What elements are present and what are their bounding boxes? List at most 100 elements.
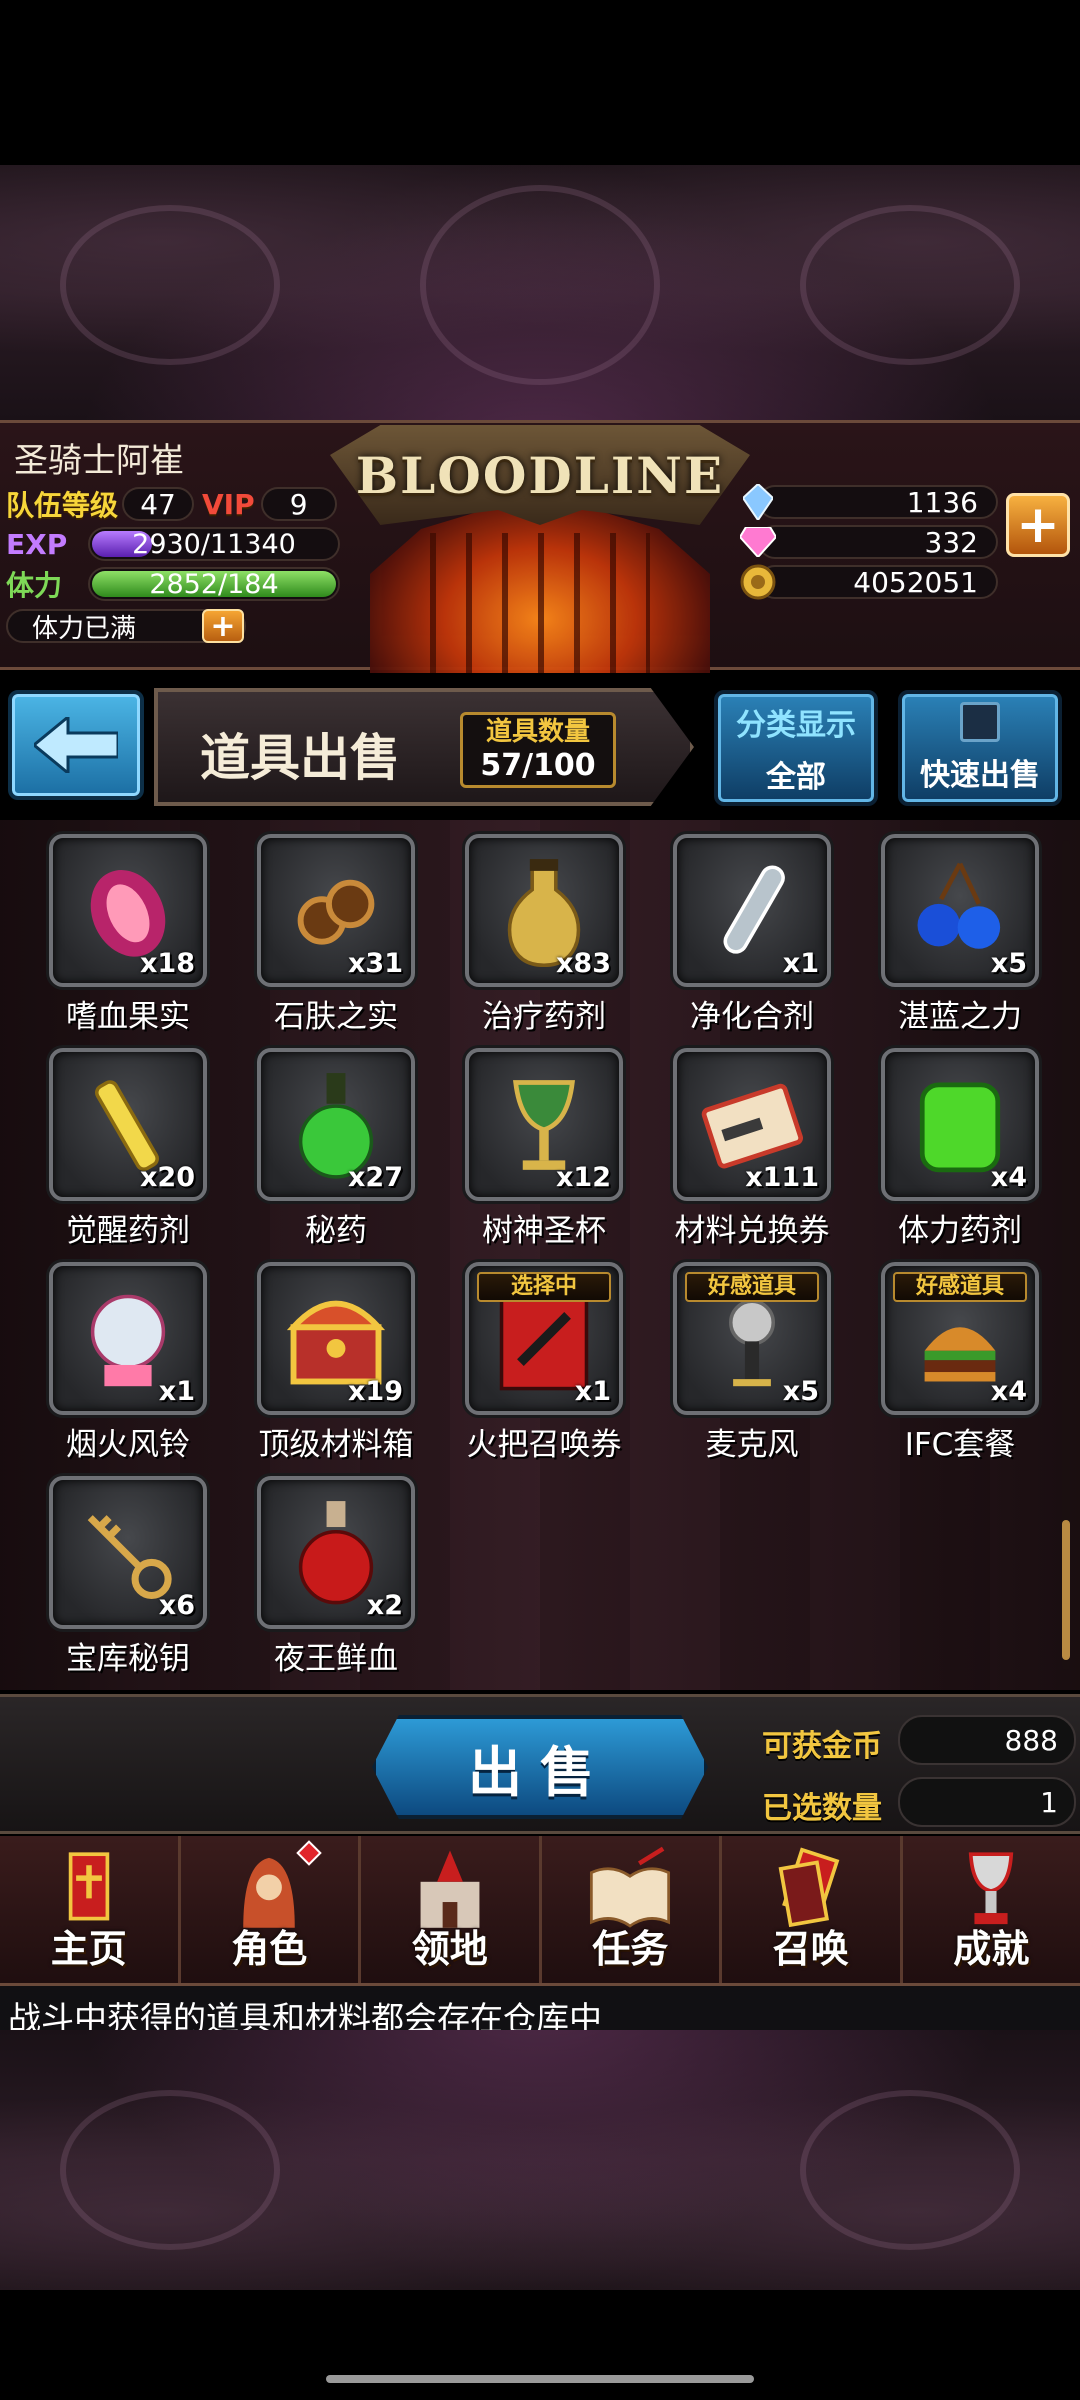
item-cell[interactable]: x1 净化合剂 [648,834,856,1036]
nav-label: 成就 [953,1927,1030,1971]
item-name: 体力药剂 [898,1213,1022,1249]
exp-bar: 2930/11340 [88,527,340,561]
item-quantity: x2 [366,1590,403,1621]
item-slot[interactable]: x6 [49,1476,207,1629]
item-cell[interactable]: x5 湛蓝之力 [856,834,1064,1036]
item-quantity: x18 [140,948,195,979]
bottom-ornament-background [0,2030,1080,2290]
title-plate: 道具出售 道具数量 57/100 [154,688,694,806]
item-quantity: x27 [348,1162,403,1193]
item-cell[interactable]: x19 顶级材料箱 [232,1262,440,1464]
item-quantity: x5 [782,1376,819,1407]
item-quantity: x4 [990,1376,1027,1407]
item-name: 觉醒药剂 [66,1213,190,1249]
item-slot[interactable]: x19 [257,1262,415,1415]
stamina-label: 体力 [6,569,63,602]
quick-sell-button[interactable]: 快速出售 [898,690,1062,806]
item-name: 材料兑换券 [674,1213,830,1249]
item-cell[interactable]: x20 觉醒药剂 [24,1048,232,1250]
item-slot[interactable]: x1 [673,834,831,987]
item-cell[interactable]: x2 夜王鲜血 [232,1476,440,1678]
item-cell[interactable]: x31 石肤之实 [232,834,440,1036]
nav-label: 角色 [231,1927,308,1971]
item-quantity: x19 [348,1376,403,1407]
vip-label: VIP [202,487,255,521]
top-ornament-background [0,165,1080,420]
nav-label: 任务 [592,1927,669,1971]
item-slot[interactable]: x12 [465,1048,623,1201]
nav-label: 召唤 [772,1927,849,1971]
item-slot[interactable]: 选择中 x1 [465,1262,623,1415]
item-name: 治疗药剂 [482,999,606,1035]
item-slot[interactable]: 好感道具 x4 [881,1262,1039,1415]
item-name: 树神圣杯 [482,1213,606,1249]
quick-sell-toggle[interactable] [960,702,1000,742]
add-currency-button[interactable]: + [1006,493,1070,557]
grid-scroll-thumb[interactable] [1062,1520,1070,1660]
nav-label: 领地 [411,1927,488,1971]
item-cell[interactable]: 好感道具 x4 IFC套餐 [856,1262,1064,1464]
item-cell[interactable]: 好感道具 x5 麦克风 [648,1262,856,1464]
item-badge: 好感道具 [893,1272,1027,1302]
item-cell[interactable]: x111 材料兑换券 [648,1048,856,1250]
item-quantity: x111 [745,1162,819,1193]
item-grid-area: x18 嗜血果实 x31 石肤之实 x83 治疗药剂 x1 净化合剂 x5 湛蓝… [0,820,1080,1690]
item-slot[interactable]: x20 [49,1048,207,1201]
item-name: 宝库秘钥 [66,1641,190,1677]
quick-sell-label: 快速出售 [920,758,1040,793]
item-slot[interactable]: 好感道具 x5 [673,1262,831,1415]
nav-item-5[interactable]: 成就 [903,1836,1080,1983]
item-quantity: x83 [556,948,611,979]
item-quantity: x5 [990,948,1027,979]
item-slot[interactable]: x4 [881,1048,1039,1201]
nav-item-1[interactable]: 角色 [181,1836,361,1983]
item-cell[interactable]: 选择中 x1 火把召唤券 [440,1262,648,1464]
gold-currency: 4052051 [740,564,1000,600]
stamina-row: 体力 2852/184 [6,565,340,603]
item-name: 秘药 [305,1213,367,1249]
item-cell[interactable]: x4 体力药剂 [856,1048,1064,1250]
item-name: 嗜血果实 [66,999,190,1035]
gold-gain-label: 可获金币 [762,1729,882,1764]
vip-value: 9 [260,487,337,521]
item-slot[interactable]: x1 [49,1262,207,1415]
nav-item-2[interactable]: 领地 [361,1836,542,1983]
item-cell[interactable]: x18 嗜血果实 [24,834,232,1036]
back-arrow-icon [34,717,118,773]
item-slot[interactable]: x111 [673,1048,831,1201]
item-name: 湛蓝之力 [898,999,1022,1035]
game-logo: BLOODLINE [330,425,750,525]
nav-item-3[interactable]: 任务 [542,1836,722,1983]
item-slot[interactable]: x27 [257,1048,415,1201]
item-cell[interactable]: x1 烟火风铃 [24,1262,232,1464]
item-slot[interactable]: x2 [257,1476,415,1629]
item-slot[interactable]: x5 [881,834,1039,987]
item-quantity: x1 [158,1376,195,1407]
back-button[interactable] [8,690,144,800]
item-cell[interactable]: x83 治疗药剂 [440,834,648,1036]
nav-item-0[interactable]: 主页 [0,1836,181,1983]
team-level-row: 队伍等级 47 VIP 9 [6,485,337,523]
item-name: 烟火风铃 [66,1427,190,1463]
item-cell[interactable]: x12 树神圣杯 [440,1048,648,1250]
item-quantity: x31 [348,948,403,979]
home-indicator[interactable] [326,2375,754,2383]
team-level-value: 47 [122,487,195,521]
nav-item-4[interactable]: 召唤 [722,1836,903,1983]
item-slot[interactable]: x18 [49,834,207,987]
item-name: 夜王鲜血 [274,1641,398,1677]
item-cell[interactable]: x27 秘药 [232,1048,440,1250]
item-slot[interactable]: x31 [257,834,415,987]
grid-scrollbar[interactable] [1062,840,1070,1670]
category-filter-button[interactable]: 分类显示 全部 [714,690,878,806]
item-cell[interactable]: x6 宝库秘钥 [24,1476,232,1678]
sell-button[interactable]: 出售 [372,1715,708,1819]
add-stamina-button[interactable]: + [202,609,244,644]
item-slot[interactable]: x83 [465,834,623,987]
sell-bar: 出售 可获金币 888 已选数量 1 [0,1694,1080,1834]
stamina-text: 2852/184 [149,568,279,600]
item-name: 顶级材料箱 [258,1427,414,1463]
stamina-status-row: 体力已满 + [6,607,246,645]
selected-count-value: 1 [898,1777,1076,1827]
team-level-label: 队伍等级 [6,489,119,522]
